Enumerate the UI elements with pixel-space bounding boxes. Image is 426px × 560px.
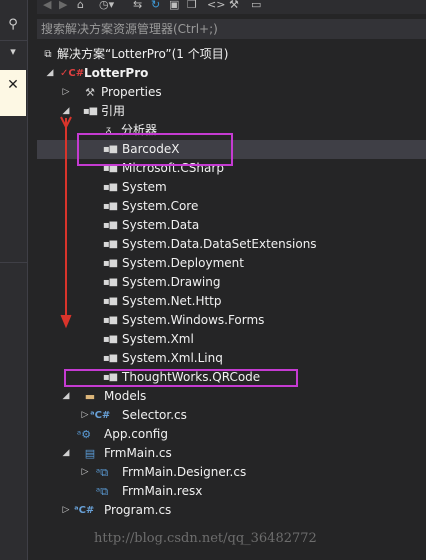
divider <box>0 262 27 263</box>
back-icon[interactable]: ◀ <box>43 0 51 12</box>
reference-icon: ▪■ <box>102 258 118 269</box>
resx-file-icon: ᵃ⧉ <box>95 485 109 498</box>
tree-label: System.Windows.Forms <box>122 313 265 327</box>
tree-label: Models <box>104 389 147 403</box>
search-icon[interactable]: ⚲ <box>0 14 26 36</box>
tree-label: System.Data.DataSetExtensions <box>122 237 317 251</box>
tree-label: LotterPro <box>84 66 149 80</box>
tree-file-frmmain-designer[interactable]: ▷ ᵃ⧉ FrmMain.Designer.cs <box>37 463 426 482</box>
tree-references[interactable]: ◢ ▪■ 引用 <box>37 102 426 121</box>
reference-icon: ▪■ <box>102 315 118 326</box>
tree-ref[interactable]: ▪■ System.Core <box>37 197 426 216</box>
solution-explorer-search[interactable] <box>37 19 426 39</box>
tree-solution[interactable]: ⧉ 解决方案“LotterPro”(1 个项目) <box>37 45 426 64</box>
collapse-icon[interactable]: ▣ <box>169 0 179 12</box>
tree-ref[interactable]: ▪■ System.Drawing <box>37 273 426 292</box>
wrench-icon: ⚒ <box>85 86 95 99</box>
sync-icon[interactable]: ⇆ <box>133 0 142 12</box>
collapse-arrow-icon[interactable]: ▷ <box>61 501 71 520</box>
tree-folder-models[interactable]: ◢ ▬ Models <box>37 387 426 406</box>
tree-label: Properties <box>101 85 162 99</box>
red-arrow-annotation <box>60 116 72 329</box>
tree-file-frmmain[interactable]: ◢ ▤ FrmMain.cs <box>37 444 426 463</box>
tree-ref[interactable]: ▪■ System <box>37 178 426 197</box>
tree-label: 解决方案“LotterPro”(1 个项目) <box>57 47 229 61</box>
tree-label: App.config <box>104 427 168 441</box>
tree-label: FrmMain.cs <box>104 446 172 460</box>
tree-label: 引用 <box>101 104 126 118</box>
refresh-icon[interactable]: ↻ <box>151 0 160 12</box>
tree-file-selector[interactable]: ▷ ᵃC# Selector.cs <box>37 406 426 425</box>
left-dock-strip: ⚲ ▾ ✕ <box>0 0 27 560</box>
csharp-file-icon: ᵃC# <box>74 505 95 516</box>
solution-explorer-toolbar: ◀ ▶ ⌂ ◷▾ ⇆ ↻ ▣ ❐ <> ⚒ ▭ <box>37 0 426 14</box>
reference-icon: ▪■ <box>102 334 118 345</box>
preview-icon[interactable]: ▭ <box>251 0 261 12</box>
reference-icon: ▪■ <box>102 220 118 231</box>
tree-ref[interactable]: ▪■ System.Net.Http <box>37 292 426 311</box>
tree-ref[interactable]: ▪■ System.Windows.Forms <box>37 311 426 330</box>
tree-label: Selector.cs <box>122 408 187 422</box>
reference-icon: ▪■ <box>102 296 118 307</box>
collapse-arrow-icon[interactable]: ▷ <box>80 463 90 482</box>
forward-icon[interactable]: ▶ <box>59 0 67 12</box>
wrench-icon[interactable]: ⚒ <box>229 0 239 12</box>
highlight-box-qrcode <box>64 369 298 387</box>
collapse-arrow-icon[interactable]: ▷ <box>80 406 90 425</box>
history-icon[interactable]: ◷▾ <box>99 0 114 12</box>
tree-label: System.Net.Http <box>122 294 222 308</box>
close-icon[interactable]: ✕ <box>7 77 19 93</box>
expand-arrow-icon[interactable]: ◢ <box>61 444 71 463</box>
reference-icon: ▪■ <box>102 182 118 193</box>
tree-label: System.Deployment <box>122 256 244 270</box>
highlight-box-barcodex <box>77 133 233 166</box>
form-icon: ▤ <box>84 447 96 460</box>
tree-project[interactable]: ◢ ✓C# LotterPro <box>37 64 426 83</box>
tree-file-frmmain-resx[interactable]: ᵃ⧉ FrmMain.resx <box>37 482 426 501</box>
tree-label: System.Core <box>122 199 199 213</box>
reference-icon: ▪■ <box>102 239 118 250</box>
tree-label: System.Drawing <box>122 275 221 289</box>
tree-properties[interactable]: ▷ ⚒ Properties <box>37 83 426 102</box>
designer-file-icon: ᵃ⧉ <box>95 466 109 479</box>
watermark: http://blog.csdn.net/qq_36482772 <box>94 531 317 546</box>
folder-icon: ▬ <box>84 390 96 403</box>
collapse-arrow-icon[interactable]: ▷ <box>61 83 71 102</box>
config-file-icon: ᵃ⚙ <box>76 428 92 441</box>
tree-label: FrmMain.resx <box>122 484 203 498</box>
csharp-file-icon: ᵃC# <box>90 410 111 421</box>
tree-ref[interactable]: ▪■ System.Deployment <box>37 254 426 273</box>
reference-icon: ▪■ <box>102 277 118 288</box>
expand-arrow-icon[interactable]: ◢ <box>45 64 55 83</box>
tree-file-app-config[interactable]: ᵃ⚙ App.config <box>37 425 426 444</box>
dropdown-arrow-icon[interactable]: ▾ <box>0 42 26 62</box>
tree-file-program[interactable]: ▷ ᵃC# Program.cs <box>37 501 426 520</box>
tree-label: System <box>122 180 167 194</box>
project-csharp-icon: ✓C# <box>60 68 85 79</box>
tree-ref[interactable]: ▪■ System.Xml.Linq <box>37 349 426 368</box>
solution-icon: ⧉ <box>44 49 52 60</box>
home-icon[interactable]: ⌂ <box>77 0 84 12</box>
references-icon: ▪■ <box>82 106 98 117</box>
reference-icon: ▪■ <box>102 201 118 212</box>
divider <box>27 0 28 560</box>
notification-panel: ✕ <box>0 70 26 116</box>
tree-label: System.Xml.Linq <box>122 351 223 365</box>
tree-label: System.Xml <box>122 332 194 346</box>
tree-ref[interactable]: ▪■ System.Data.DataSetExtensions <box>37 235 426 254</box>
copy-icon[interactable]: ❐ <box>187 0 197 12</box>
reference-icon: ▪■ <box>102 353 118 364</box>
tree-ref[interactable]: ▪■ System.Xml <box>37 330 426 349</box>
tree-label: System.Data <box>122 218 200 232</box>
search-input[interactable] <box>37 19 426 39</box>
tree-label: Program.cs <box>104 503 172 517</box>
tree-label: FrmMain.Designer.cs <box>122 465 247 479</box>
divider <box>0 40 27 41</box>
expand-arrow-icon[interactable]: ◢ <box>61 387 71 406</box>
tree-ref[interactable]: ▪■ System.Data <box>37 216 426 235</box>
code-icon[interactable]: <> <box>207 0 225 12</box>
